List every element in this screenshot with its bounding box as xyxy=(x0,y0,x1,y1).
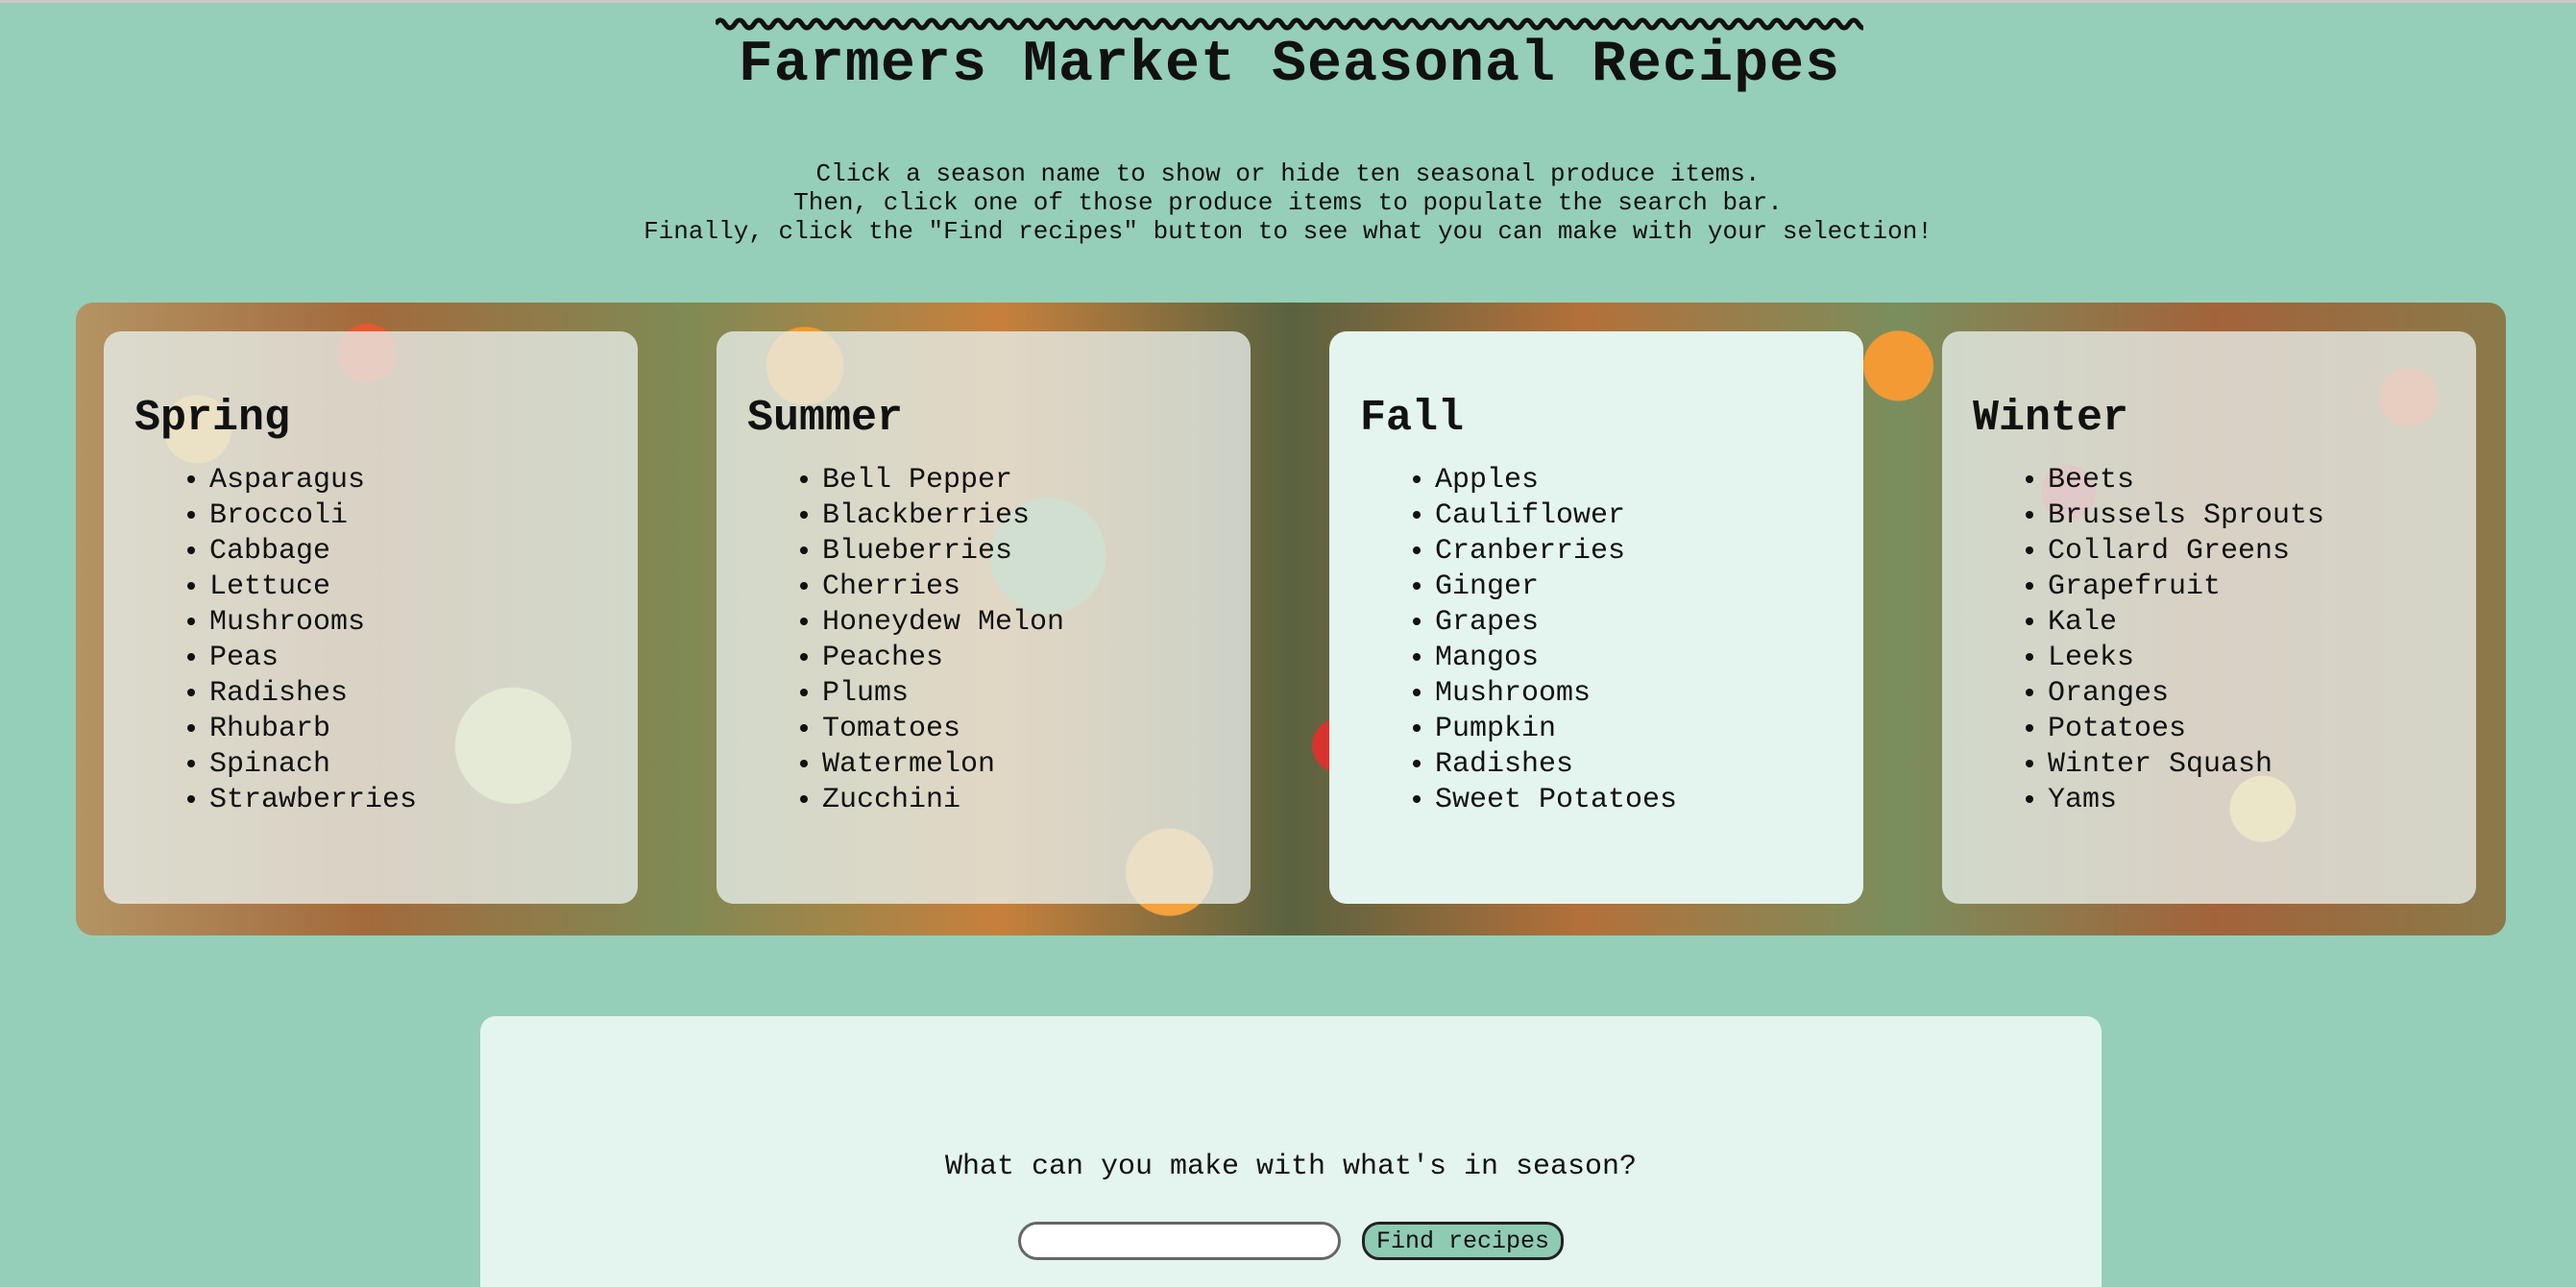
search-row: Find recipes xyxy=(480,1222,2102,1260)
produce-item[interactable]: Grapes xyxy=(1435,605,1833,641)
season-title-fall[interactable]: Fall xyxy=(1360,397,1833,440)
season-card-winter: Winter Beets Brussels Sprouts Collard Gr… xyxy=(1942,331,2476,904)
produce-list-winter: Beets Brussels Sprouts Collard Greens Gr… xyxy=(1973,463,2445,818)
instruction-line: Click a season name to show or hide ten … xyxy=(815,159,1761,188)
produce-item[interactable]: Bell Pepper xyxy=(822,463,1220,498)
produce-item[interactable]: Cauliflower xyxy=(1435,498,1833,534)
instruction-line: Then, click one of those produce items t… xyxy=(793,188,1783,217)
season-title-summer[interactable]: Summer xyxy=(747,397,1220,440)
produce-item[interactable]: Kale xyxy=(2048,605,2445,641)
produce-item[interactable]: Blackberries xyxy=(822,498,1220,534)
instructions: Click a season name to show or hide ten … xyxy=(0,159,2576,246)
search-prompt: What can you make with what's in season? xyxy=(944,1151,1638,1183)
produce-item[interactable]: Apples xyxy=(1435,463,1833,498)
wavy-underline-decoration xyxy=(716,17,1863,31)
produce-item[interactable]: Blueberries xyxy=(822,534,1220,570)
produce-item[interactable]: Peas xyxy=(209,641,607,676)
produce-item[interactable]: Peaches xyxy=(822,641,1220,676)
top-border xyxy=(0,0,2576,3)
produce-item[interactable]: Plums xyxy=(822,676,1220,712)
produce-item[interactable]: Mushrooms xyxy=(209,605,607,641)
produce-item[interactable]: Cherries xyxy=(822,570,1220,605)
recipe-search-panel: What can you make with what's in season?… xyxy=(480,1016,2102,1287)
instruction-line: Finally, click the "Find recipes" button… xyxy=(644,217,1932,246)
produce-item[interactable]: Cranberries xyxy=(1435,534,1833,570)
produce-item[interactable]: Yams xyxy=(2048,783,2445,818)
produce-item[interactable]: Potatoes xyxy=(2048,712,2445,747)
produce-item[interactable]: Oranges xyxy=(2048,676,2445,712)
season-card-summer: Summer Bell Pepper Blackberries Blueberr… xyxy=(717,331,1251,904)
produce-item[interactable]: Pumpkin xyxy=(1435,712,1833,747)
produce-item[interactable]: Cabbage xyxy=(209,534,607,570)
produce-item[interactable]: Spinach xyxy=(209,747,607,783)
produce-item[interactable]: Ginger xyxy=(1435,570,1833,605)
produce-item[interactable]: Zucchini xyxy=(822,783,1220,818)
season-title-winter[interactable]: Winter xyxy=(1973,397,2445,440)
season-card-spring: Spring Asparagus Broccoli Cabbage Lettuc… xyxy=(104,331,638,904)
find-recipes-button[interactable]: Find recipes xyxy=(1361,1222,1565,1260)
page-title: Farmers Market Seasonal Recipes xyxy=(738,33,1841,98)
produce-item[interactable]: Asparagus xyxy=(209,463,607,498)
produce-item[interactable]: Sweet Potatoes xyxy=(1435,783,1833,818)
produce-search-input[interactable] xyxy=(1017,1222,1341,1260)
header: Farmers Market Seasonal Recipes xyxy=(716,13,1863,94)
produce-item[interactable]: Brussels Sprouts xyxy=(2048,498,2445,534)
produce-item[interactable]: Winter Squash xyxy=(2048,747,2445,783)
produce-photo-banner: Spring Asparagus Broccoli Cabbage Lettuc… xyxy=(76,303,2506,935)
produce-item[interactable]: Beets xyxy=(2048,463,2445,498)
produce-item[interactable]: Mangos xyxy=(1435,641,1833,676)
season-title-spring[interactable]: Spring xyxy=(134,397,607,440)
produce-item[interactable]: Lettuce xyxy=(209,570,607,605)
produce-item[interactable]: Honeydew Melon xyxy=(822,605,1220,641)
produce-list-spring: Asparagus Broccoli Cabbage Lettuce Mushr… xyxy=(134,463,607,818)
produce-item[interactable]: Radishes xyxy=(209,676,607,712)
produce-list-summer: Bell Pepper Blackberries Blueberries Che… xyxy=(747,463,1220,818)
produce-item[interactable]: Collard Greens xyxy=(2048,534,2445,570)
produce-item[interactable]: Watermelon xyxy=(822,747,1220,783)
produce-list-fall: Apples Cauliflower Cranberries Ginger Gr… xyxy=(1360,463,1833,818)
produce-item[interactable]: Radishes xyxy=(1435,747,1833,783)
season-card-fall: Fall Apples Cauliflower Cranberries Ging… xyxy=(1329,331,1863,904)
produce-item[interactable]: Rhubarb xyxy=(209,712,607,747)
produce-item[interactable]: Strawberries xyxy=(209,783,607,818)
produce-item[interactable]: Tomatoes xyxy=(822,712,1220,747)
produce-item[interactable]: Grapefruit xyxy=(2048,570,2445,605)
produce-item[interactable]: Leeks xyxy=(2048,641,2445,676)
produce-item[interactable]: Broccoli xyxy=(209,498,607,534)
produce-item[interactable]: Mushrooms xyxy=(1435,676,1833,712)
